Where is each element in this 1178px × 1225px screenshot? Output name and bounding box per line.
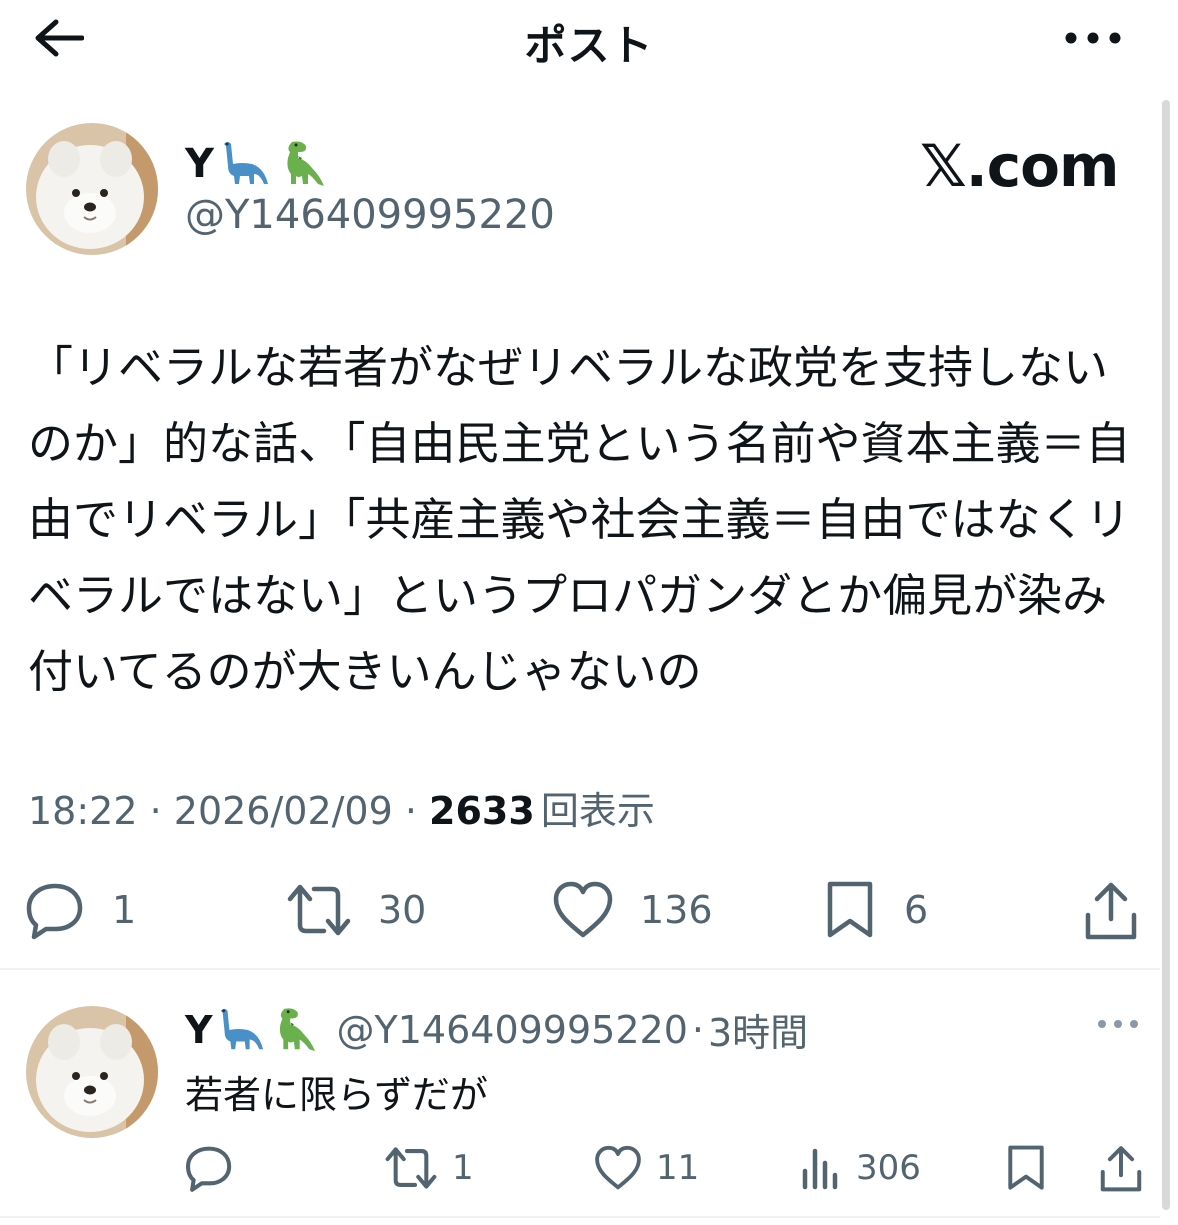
reply-views-count: 306	[856, 1148, 921, 1188]
sauropod-emoji-icon	[223, 142, 268, 184]
repost-icon	[287, 884, 351, 936]
reply-like-button[interactable]: 11	[594, 1138, 699, 1198]
bookmark-icon	[1008, 1145, 1044, 1190]
reply-icon	[186, 1146, 232, 1192]
repost-icon	[385, 1147, 437, 1189]
analytics-icon	[802, 1148, 838, 1190]
post-text: 「リベラルな若者がなぜリベラルな政党を支持しないのか」的な話、「自由民主党という…	[28, 341, 1131, 698]
share-icon	[1100, 1146, 1142, 1192]
reply-reply-button[interactable]	[184, 1138, 248, 1198]
reply-action-bar: 1 11 306	[0, 1138, 1178, 1198]
t-rex-emoji-icon	[287, 141, 324, 186]
post-time[interactable]: 18:22	[28, 789, 138, 833]
reply-more-options-icon[interactable]	[1088, 1004, 1148, 1044]
reply-count: 1	[112, 888, 137, 932]
views-label: 回表示	[540, 789, 655, 833]
repost-button[interactable]: 30	[286, 870, 426, 950]
meta-separator: ·	[392, 789, 430, 833]
reply-repost-count: 1	[452, 1148, 474, 1188]
sauropod-emoji-icon	[220, 1008, 263, 1049]
reply-repost-button[interactable]: 1	[384, 1138, 474, 1198]
post-date[interactable]: 2026/02/09	[174, 789, 393, 833]
top-bar: ポスト	[0, 0, 1178, 80]
author-name[interactable]: Y	[185, 138, 326, 190]
reply-header: Y @Y146409995220 · 3時間	[185, 1002, 808, 1057]
reply-views-button[interactable]: 306	[800, 1138, 921, 1198]
bookmark-button[interactable]: 6	[822, 870, 928, 950]
reply-share-button[interactable]	[1098, 1138, 1144, 1198]
reply-text: 若者に限らずだが	[185, 1073, 488, 1117]
reply-button[interactable]: 1	[24, 870, 136, 950]
reply-bookmark-button[interactable]	[1004, 1138, 1048, 1198]
reply-icon	[26, 883, 83, 940]
reply-like-count: 11	[656, 1148, 700, 1188]
avatar[interactable]	[26, 123, 158, 255]
meta-separator: ·	[137, 789, 174, 833]
divider	[0, 968, 1160, 970]
reply-separator: ·	[691, 1007, 704, 1052]
reply-avatar[interactable]	[26, 1006, 158, 1138]
like-count: 136	[640, 888, 713, 932]
reply-author-name[interactable]: Y	[185, 1005, 317, 1055]
reply-time[interactable]: 3時間	[708, 1002, 808, 1057]
share-button[interactable]	[1082, 870, 1140, 950]
share-icon	[1085, 882, 1137, 940]
post-action-bar: 1 30 136 6	[0, 870, 1178, 950]
x-com-watermark: 𝕏.com	[920, 132, 1119, 200]
heart-icon	[553, 881, 613, 938]
heart-icon	[595, 1145, 641, 1190]
bookmark-icon	[827, 881, 873, 938]
more-options-icon[interactable]	[1058, 14, 1128, 62]
reply-handle[interactable]: @Y146409995220	[337, 1008, 688, 1052]
author-name-text: Y	[185, 141, 214, 187]
views-count[interactable]: 2633	[429, 789, 535, 833]
repost-count: 30	[378, 888, 427, 932]
reply-author-name-text: Y	[185, 1007, 213, 1052]
author-handle[interactable]: @Y146409995220	[185, 192, 555, 238]
post-meta: 18:22 · 2026/02/09 · 2633 回表示	[28, 780, 655, 835]
divider	[0, 1216, 1160, 1218]
like-button[interactable]: 136	[552, 870, 713, 950]
scrollbar[interactable]	[1162, 100, 1170, 1210]
page-title: ポスト	[524, 21, 654, 70]
t-rex-emoji-icon	[279, 1007, 315, 1051]
bookmark-count: 6	[904, 888, 929, 932]
